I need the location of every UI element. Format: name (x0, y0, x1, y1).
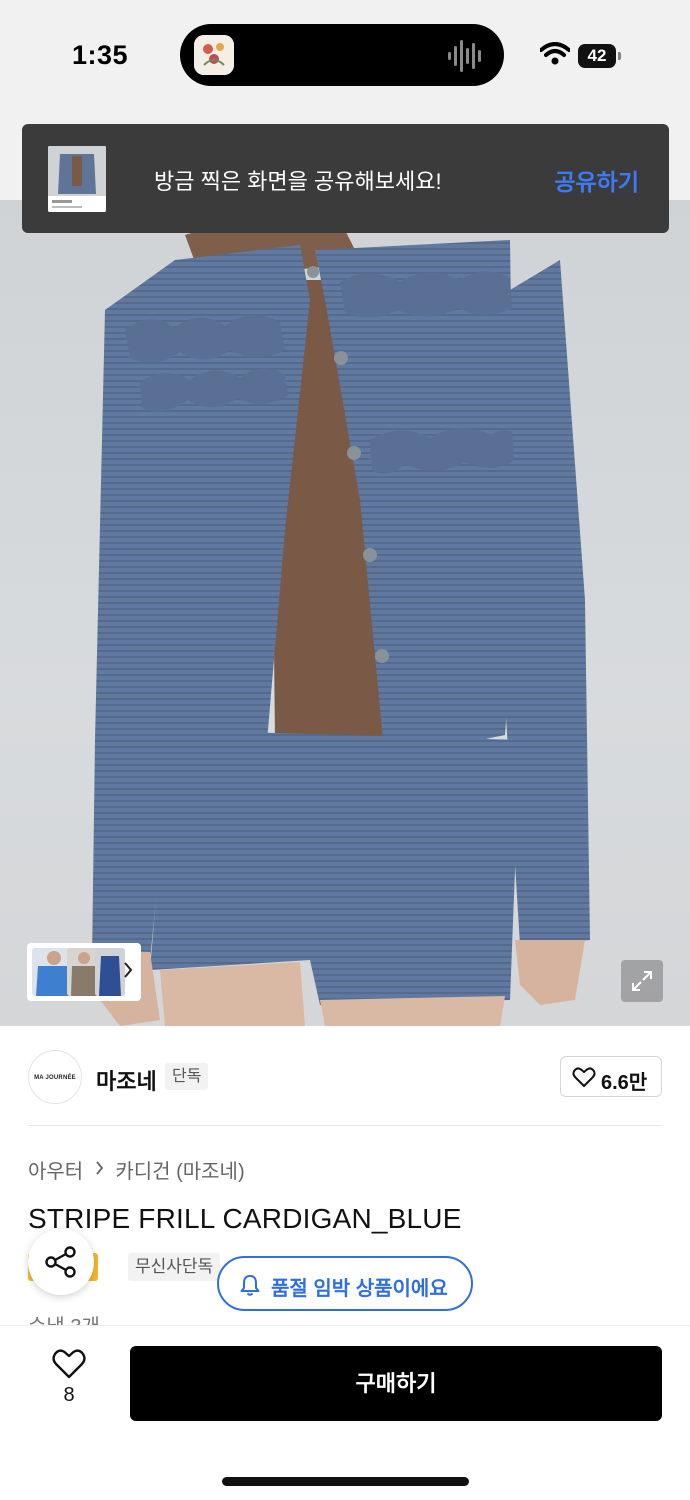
brand-logo[interactable]: MA JOURNÉE (28, 1050, 82, 1104)
exclusive-badge: 단독 (165, 1063, 209, 1090)
divider (28, 1125, 662, 1126)
soldout-alert-label: 품절 임박 상품이에요 (271, 1278, 448, 1300)
battery-indicator: 42 (578, 44, 622, 68)
dynamic-island (180, 24, 504, 86)
breadcrumb: 아우터 카디건 (마조네) (28, 1155, 245, 1184)
product-image[interactable] (0, 200, 690, 1026)
battery-level: 42 (578, 44, 616, 68)
breadcrumb-item-cardigan[interactable]: 카디건 (마조네) (115, 1155, 244, 1184)
expand-image-button[interactable] (621, 960, 663, 1002)
bell-icon (240, 1275, 260, 1296)
brand-like-button[interactable]: 6.6만 (560, 1056, 662, 1097)
stock-remaining: 수냄 3개 (28, 1310, 100, 1326)
wishlist-count: 8 (63, 1384, 75, 1406)
share-button[interactable] (28, 1229, 94, 1295)
buy-button[interactable]: 구매하기 (130, 1346, 662, 1421)
thumbnail-3[interactable] (95, 948, 125, 996)
soldout-alert-button[interactable]: 품절 임박 상품이에요 (217, 1256, 473, 1311)
status-time: 1:35 (72, 40, 129, 70)
product-photo (92, 221, 590, 1026)
wishlist-button[interactable]: 8 (44, 1348, 94, 1418)
audio-wave-icon (448, 40, 486, 77)
battery-tip (618, 52, 621, 60)
share-toast: 방금 찍은 화면을 공유해보세요! 공유하기 (22, 124, 669, 233)
brand-name[interactable]: 마조네 (96, 1064, 157, 1096)
product-title: STRIPE FRILL CARDIGAN_BLUE (28, 1203, 462, 1234)
now-playing-app-icon (194, 35, 234, 75)
image-thumbnail-strip[interactable] (27, 943, 141, 1001)
musinsa-exclusive-tag: 무신사단독 (128, 1253, 221, 1281)
chevron-right-icon (95, 1158, 104, 1181)
toast-message: 방금 찍은 화면을 공유해보세요! (154, 169, 442, 194)
chevron-right-icon (123, 961, 133, 984)
screenshot-thumbnail[interactable] (48, 146, 106, 212)
share-icon (45, 1246, 76, 1278)
breadcrumb-item-outer[interactable]: 아우터 (28, 1155, 83, 1184)
expand-icon (632, 971, 652, 991)
wifi-icon (539, 42, 571, 71)
heart-outline-icon (52, 1349, 86, 1379)
heart-outline-icon (572, 1067, 596, 1087)
toast-share-button[interactable]: 공유하기 (554, 163, 639, 197)
home-indicator[interactable] (222, 1477, 469, 1486)
brand-like-count: 6.6만 (601, 1072, 648, 1094)
